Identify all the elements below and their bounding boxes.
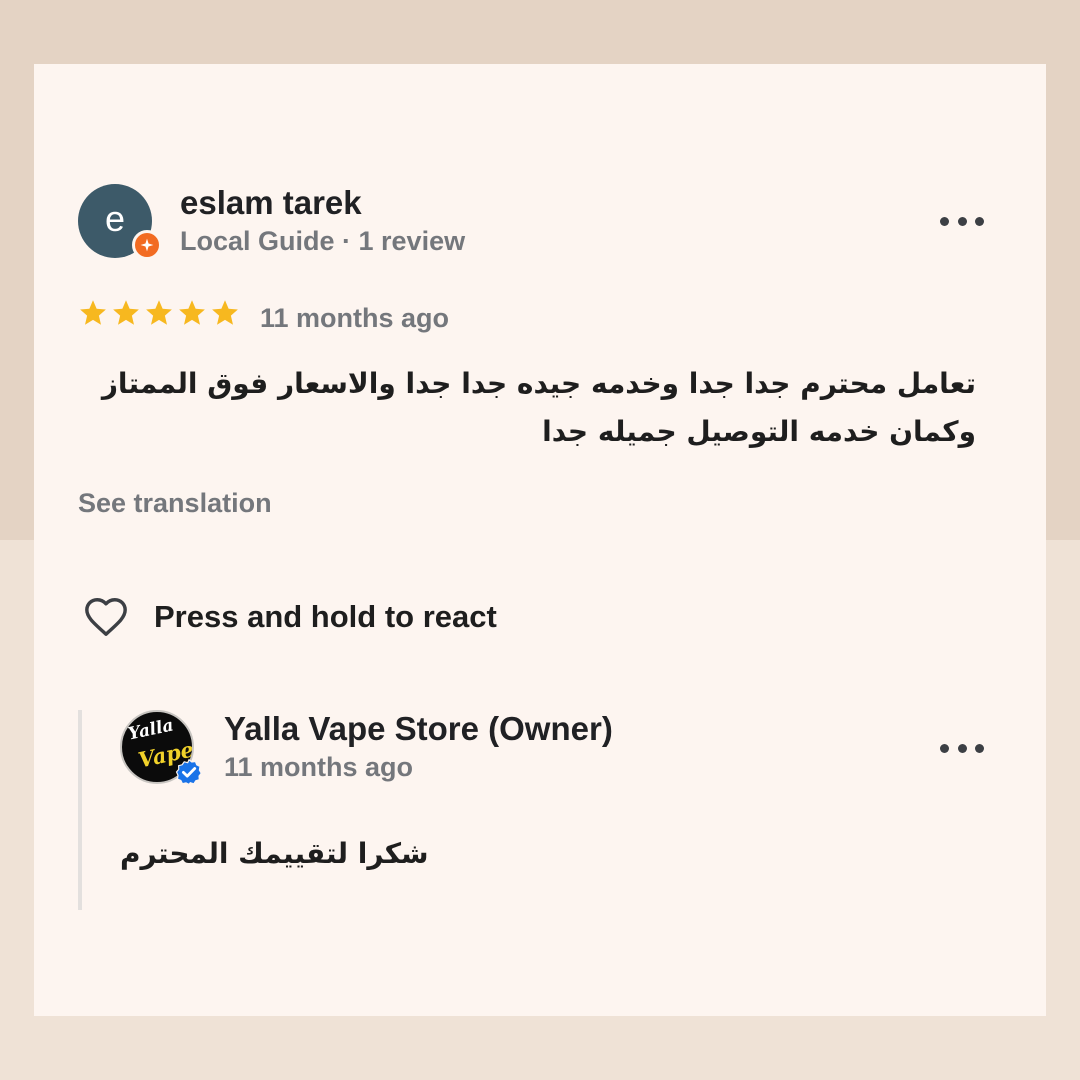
more-dot — [975, 743, 984, 753]
owner-reply-time: 11 months ago — [224, 752, 414, 782]
review-card: e eslam tarek Local Guide · 1 review 11 … — [34, 64, 1046, 1016]
star-icon — [80, 300, 106, 325]
more-dot — [940, 216, 949, 226]
react-label[interactable]: Press and hold to react — [154, 599, 497, 635]
heart-outline-icon[interactable] — [80, 594, 132, 645]
more-dot — [940, 743, 949, 753]
reviewer-meta: Local Guide · 1 review — [180, 226, 466, 256]
star-icon — [113, 300, 139, 325]
star-icon — [146, 300, 172, 325]
reply-divider — [78, 710, 82, 910]
owner-reply-text: شكرا لتقييمك المحترم — [120, 837, 429, 870]
review-text: تعامل محترم جدا جدا وخدمه جيده جدا جدا و… — [78, 360, 976, 456]
verified-check-icon — [175, 758, 203, 791]
star-rating — [78, 298, 240, 328]
avatar-letter: e — [104, 198, 126, 239]
review-text-line: تعامل محترم جدا جدا وخدمه جيده جدا جدا و… — [101, 367, 976, 400]
review-time: 11 months ago — [260, 303, 450, 333]
local-guide-star-icon — [132, 230, 162, 260]
more-dot — [957, 216, 967, 226]
more-dot — [975, 216, 984, 226]
review-more-button[interactable] — [940, 207, 984, 235]
owner-name[interactable]: Yalla Vape Store (Owner) — [224, 710, 613, 748]
more-dot — [957, 743, 967, 753]
reply-more-button[interactable] — [940, 734, 984, 762]
reviewer-name[interactable]: eslam tarek — [180, 184, 362, 222]
star-icon — [212, 300, 238, 325]
review-text-line: وكمان خدمه التوصيل جميله جدا — [542, 415, 976, 448]
star-icon — [179, 300, 205, 325]
see-translation-link[interactable]: See translation — [78, 488, 272, 519]
